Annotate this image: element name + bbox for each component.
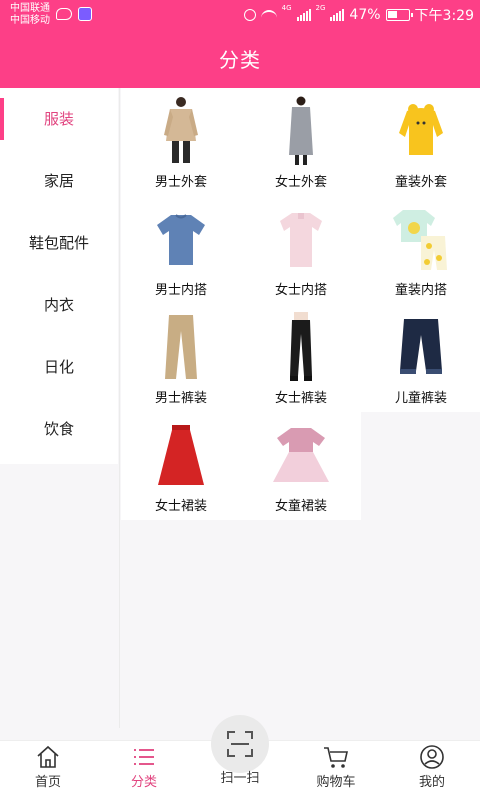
status-time: 下午3:29 bbox=[414, 8, 474, 24]
grid-item-label: 童装内搭 bbox=[394, 283, 447, 298]
grid-item-kids-coat[interactable]: 童装外套 bbox=[361, 88, 480, 196]
carrier-info: 中国联通 中国移动 bbox=[10, 3, 50, 27]
scan-button[interactable] bbox=[211, 715, 269, 773]
network-type-1: 4G bbox=[281, 4, 292, 12]
alarm-icon bbox=[243, 9, 256, 21]
grid-item-label: 男士外套 bbox=[154, 175, 207, 190]
nav-profile[interactable]: 我的 bbox=[384, 741, 480, 800]
grid-item-womens-coat[interactable]: 女士外套 bbox=[241, 88, 361, 196]
kids-coat-image bbox=[386, 94, 456, 168]
grid-item-label: 童装外套 bbox=[394, 175, 447, 190]
womens-pants-image bbox=[266, 310, 336, 384]
womens-coat-image bbox=[266, 94, 336, 168]
battery-percent: 47% bbox=[349, 7, 381, 23]
signal-icon bbox=[296, 9, 311, 21]
grid-item-label: 男士裤装 bbox=[154, 391, 207, 406]
kids-top-image bbox=[386, 202, 456, 276]
cart-icon bbox=[324, 747, 348, 768]
user-icon bbox=[420, 745, 444, 769]
home-icon bbox=[37, 745, 59, 768]
grid-item-mens-coat[interactable]: 男士外套 bbox=[121, 88, 241, 196]
sidebar-item-home[interactable]: 家居 bbox=[0, 150, 118, 212]
grid-item-girls-dress[interactable]: 女童裙装 bbox=[241, 412, 361, 520]
grid-item-womens-top[interactable]: 女士内搭 bbox=[241, 196, 361, 304]
wechat-icon bbox=[56, 8, 72, 20]
signal-icon-2 bbox=[330, 9, 345, 21]
carrier-1: 中国联通 bbox=[10, 3, 50, 14]
nav-scan[interactable]: 扫一扫 bbox=[192, 715, 288, 800]
womens-skirt-image bbox=[146, 418, 216, 492]
app-header: 中国联通 中国移动 4G 2G 47% 下午3:29 分类 bbox=[0, 0, 480, 88]
sidebar-item-daily-chemicals[interactable]: 日化 bbox=[0, 336, 118, 398]
nav-home[interactable]: 首页 bbox=[0, 741, 96, 800]
category-sidebar: 服装 家居 鞋包配件 内衣 日化 饮食 bbox=[0, 88, 118, 464]
sidebar-item-clothing[interactable]: 服装 bbox=[0, 88, 118, 150]
sidebar-divider bbox=[119, 88, 120, 728]
page-title: 分类 bbox=[219, 48, 261, 72]
carrier-2: 中国移动 bbox=[10, 15, 50, 26]
status-bar: 中国联通 中国移动 4G 2G 47% 下午3:29 bbox=[0, 0, 480, 30]
nav-label: 分类 bbox=[130, 775, 157, 790]
grid-item-label: 女童裙装 bbox=[274, 499, 327, 514]
grid-item-label: 男士内搭 bbox=[154, 283, 207, 298]
grid-item-label: 女士裙装 bbox=[154, 499, 207, 514]
bottom-nav: 首页 分类 扫一扫 购物车 我的 bbox=[0, 715, 480, 800]
grid-item-mens-top[interactable]: 男士内搭 bbox=[121, 196, 241, 304]
grid-item-label: 女士内搭 bbox=[274, 283, 327, 298]
shield-icon bbox=[78, 7, 92, 21]
womens-top-image bbox=[266, 202, 336, 276]
scan-icon bbox=[227, 731, 253, 757]
sidebar-item-shoes-bags[interactable]: 鞋包配件 bbox=[0, 212, 118, 274]
wifi-icon bbox=[260, 10, 277, 20]
grid-item-label: 女士裤装 bbox=[274, 391, 327, 406]
grid-item-womens-pants[interactable]: 女士裤装 bbox=[241, 304, 361, 412]
grid-item-womens-skirt[interactable]: 女士裙装 bbox=[121, 412, 241, 520]
grid-item-label: 女士外套 bbox=[274, 175, 327, 190]
grid-item-label: 儿童裤装 bbox=[394, 391, 447, 406]
kids-jeans-image bbox=[386, 310, 456, 384]
network-type-2: 2G bbox=[315, 4, 326, 12]
nav-label: 购物车 bbox=[316, 775, 356, 790]
sidebar-item-underwear[interactable]: 内衣 bbox=[0, 274, 118, 336]
mens-tshirt-image bbox=[146, 202, 216, 276]
grid-item-kids-top[interactable]: 童装内搭 bbox=[361, 196, 480, 304]
nav-cart[interactable]: 购物车 bbox=[288, 741, 384, 800]
mens-coat-image bbox=[146, 94, 216, 168]
battery-icon bbox=[385, 9, 413, 21]
subcategory-grid: 男士外套 女士外套 童装外套 男士内搭 女士内搭 童装内搭 男士裤装 女士裤装 … bbox=[121, 88, 480, 520]
girls-dress-image bbox=[266, 418, 336, 492]
nav-label: 首页 bbox=[34, 775, 61, 790]
mens-pants-image bbox=[146, 310, 216, 384]
category-icon bbox=[134, 749, 154, 765]
nav-label: 扫一扫 bbox=[220, 771, 260, 786]
nav-label: 我的 bbox=[418, 775, 445, 790]
grid-item-kids-pants[interactable]: 儿童裤装 bbox=[361, 304, 480, 412]
grid-item-mens-pants[interactable]: 男士裤装 bbox=[121, 304, 241, 412]
sidebar-item-food[interactable]: 饮食 bbox=[0, 398, 118, 460]
nav-category[interactable]: 分类 bbox=[96, 741, 192, 800]
